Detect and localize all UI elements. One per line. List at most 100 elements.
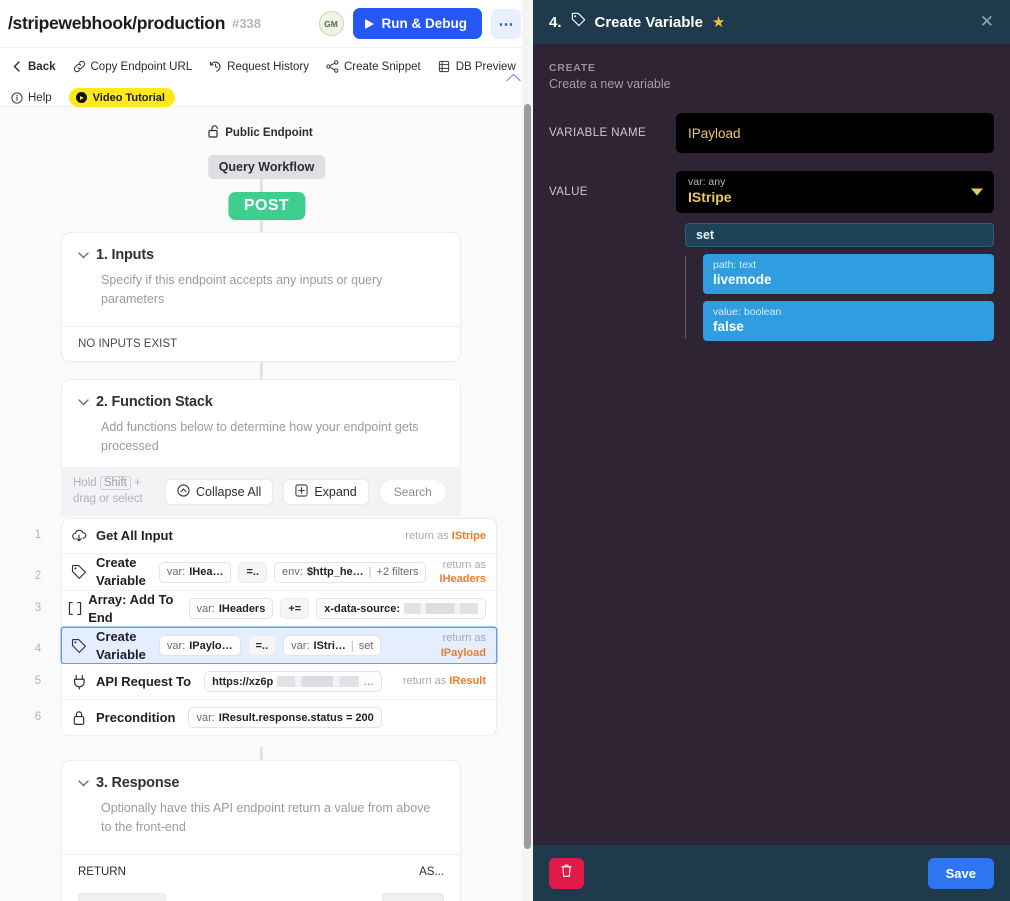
function-stack-list: 1 Get All Input return as IStripe 2 Create V… <box>20 518 497 736</box>
search-placeholder: Search <box>393 485 432 499</box>
back-label: Back <box>28 60 56 73</box>
inputs-title-row[interactable]: 1. Inputs <box>78 247 444 263</box>
chevron-down-icon <box>78 248 89 262</box>
db-preview-button[interactable]: DB Preview <box>438 60 516 73</box>
create-section-sub: Create a new variable <box>549 77 671 91</box>
ellipsis-icon: ⋯ <box>498 15 515 33</box>
variable-name-input[interactable]: IPayload <box>676 113 994 153</box>
stack-row-selected[interactable]: Create Variable var: IPaylo… =.. var: IStri… |… <box>61 627 497 664</box>
collapse-circle-icon <box>177 484 190 500</box>
panel-step-number: 4. <box>549 13 562 31</box>
variable-chip[interactable]: var: IHeaders <box>188 598 274 619</box>
help-button[interactable]: Help <box>10 91 52 104</box>
variable-chip[interactable]: var: IHea… <box>158 561 232 583</box>
delete-button[interactable] <box>549 857 584 889</box>
inputs-title: 1. Inputs <box>96 247 154 263</box>
return-as: return as IHeaders <box>439 558 486 585</box>
variable-name-value: IPayload <box>688 125 741 141</box>
database-icon <box>438 60 451 73</box>
expand-button[interactable]: Expand <box>283 479 369 505</box>
collapse-all-button[interactable]: Collapse All <box>165 479 274 505</box>
stack-row[interactable]: Array: Add To End var: IHeaders += x-data-so… <box>61 591 497 627</box>
scrollbar-thumb[interactable] <box>524 104 531 849</box>
more-options-button[interactable]: ⋯ <box>491 8 521 39</box>
panel-footer: Save <box>533 845 1010 901</box>
table-row[interactable]: 6 Precondition var: IResult.response.status… <box>20 700 497 736</box>
return-label: RETURN <box>78 865 126 878</box>
url-chip[interactable]: https://xz6p… <box>204 671 383 692</box>
table-row[interactable]: 2 Create Variable var: IHea… =.. env: $http_he… <box>20 554 497 591</box>
avatar[interactable]: GM <box>318 11 344 36</box>
create-snippet-label: Create Snippet <box>343 60 421 73</box>
function-name: Precondition <box>96 709 176 725</box>
variable-chip[interactable]: var: IStri… | set <box>283 635 382 656</box>
public-endpoint-label: Public Endpoint <box>225 127 313 139</box>
run-debug-label: Run & Debug <box>381 16 468 31</box>
function-stack-title-row[interactable]: 2. Function Stack <box>78 394 444 410</box>
variable-chip[interactable]: var: IPaylo… <box>158 635 241 656</box>
app-root: /stripewebhook/production #338 GM Run & … <box>0 0 1010 901</box>
panel-body: CREATE Create a new variable VARIABLE NA… <box>533 44 1010 852</box>
function-name: Array: Add To End <box>88 591 174 625</box>
function-stack-subtitle: Add functions below to determine how you… <box>101 420 419 454</box>
video-tutorial-button[interactable]: Video Tutorial <box>68 88 175 107</box>
no-inputs-message: NO INPUTS EXIST <box>62 325 460 361</box>
response-title: 3. Response <box>96 775 180 791</box>
set-filter-chip[interactable]: set <box>685 223 994 247</box>
header-actions: GM Run & Debug ⋯ <box>318 8 526 39</box>
page-title: /stripewebhook/production <box>8 13 226 33</box>
star-icon[interactable]: ★ <box>712 13 725 31</box>
response-title-row[interactable]: 3. Response <box>78 775 444 791</box>
request-history-button[interactable]: Request History <box>209 60 309 73</box>
function-stack-section-card: 2. Function Stack Add functions below to… <box>61 379 461 477</box>
env-chip[interactable]: env: $http_he… | +2 filters <box>274 561 427 583</box>
search-input[interactable]: Search <box>378 479 447 505</box>
lock-icon <box>62 710 96 726</box>
history-icon <box>209 60 222 73</box>
table-row[interactable]: 5 API Request To https://xz6p… return as IR… <box>20 664 497 700</box>
tag-icon <box>62 564 96 580</box>
stack-row[interactable]: Precondition var: IResult.response.status … <box>61 700 497 736</box>
back-button[interactable]: Back <box>10 60 56 73</box>
save-button[interactable]: Save <box>927 857 994 889</box>
play-icon <box>364 18 374 29</box>
value-type-label: var: any <box>688 176 726 188</box>
set-argument-box[interactable]: path: text livemode <box>703 254 994 294</box>
collapse-toolbar-button[interactable] <box>506 70 521 85</box>
response-return-input[interactable] <box>78 892 166 901</box>
table-row[interactable]: 4 Create Variable var: IPaylo… =.. var: IStri…… <box>20 627 497 664</box>
stack-row[interactable]: API Request To https://xz6p… return as IRe… <box>61 664 497 700</box>
header-value-chip[interactable]: x-data-source: <box>316 598 486 619</box>
cloud-download-icon <box>62 528 96 544</box>
response-as-input[interactable] <box>382 892 444 901</box>
response-section-card: 3. Response Optionally have this API end… <box>61 760 461 901</box>
shift-key-hint: Shift <box>99 476 131 491</box>
copy-endpoint-url-button[interactable]: Copy Endpoint URL <box>73 60 192 73</box>
chevron-left-icon <box>10 60 23 73</box>
table-row[interactable]: 3 Array: Add To End var: IHeaders += x-data-s… <box>20 591 497 627</box>
share-nodes-icon <box>326 60 339 73</box>
return-as: return as IPayload <box>440 632 486 659</box>
value-select[interactable]: var: any IStripe <box>676 171 994 213</box>
request-history-label: Request History <box>227 60 309 73</box>
run-debug-button[interactable]: Run & Debug <box>352 8 482 39</box>
stack-row[interactable]: Create Variable var: IHea… =.. env: $http_he…… <box>61 554 497 591</box>
query-workflow-badge[interactable]: Query Workflow <box>207 155 326 179</box>
variable-chip[interactable]: var: IResult.response.status = 200 <box>188 707 382 728</box>
operator-chip[interactable]: += <box>280 598 310 619</box>
set-argument-box[interactable]: value: boolean false <box>703 301 994 341</box>
create-snippet-button[interactable]: Create Snippet <box>326 60 421 73</box>
row-number: 4 <box>34 643 42 655</box>
tag-icon <box>62 638 96 654</box>
collapse-all-label: Collapse All <box>196 485 262 499</box>
operator-chip[interactable]: =.. <box>238 561 268 583</box>
return-as: return as IResult <box>402 675 486 688</box>
close-icon[interactable]: ✕ <box>980 12 994 32</box>
chevron-down-icon <box>78 776 89 790</box>
table-row[interactable]: 1 Get All Input return as IStripe <box>20 518 497 554</box>
function-arguments: var: IPaylo… =.. var: IStri… | set <box>158 635 382 656</box>
as-label: AS... <box>419 865 444 878</box>
operator-chip[interactable]: =.. <box>247 635 277 656</box>
inputs-subtitle: Specify if this endpoint accepts any inp… <box>101 273 383 307</box>
stack-row[interactable]: Get All Input return as IStripe <box>61 518 497 554</box>
